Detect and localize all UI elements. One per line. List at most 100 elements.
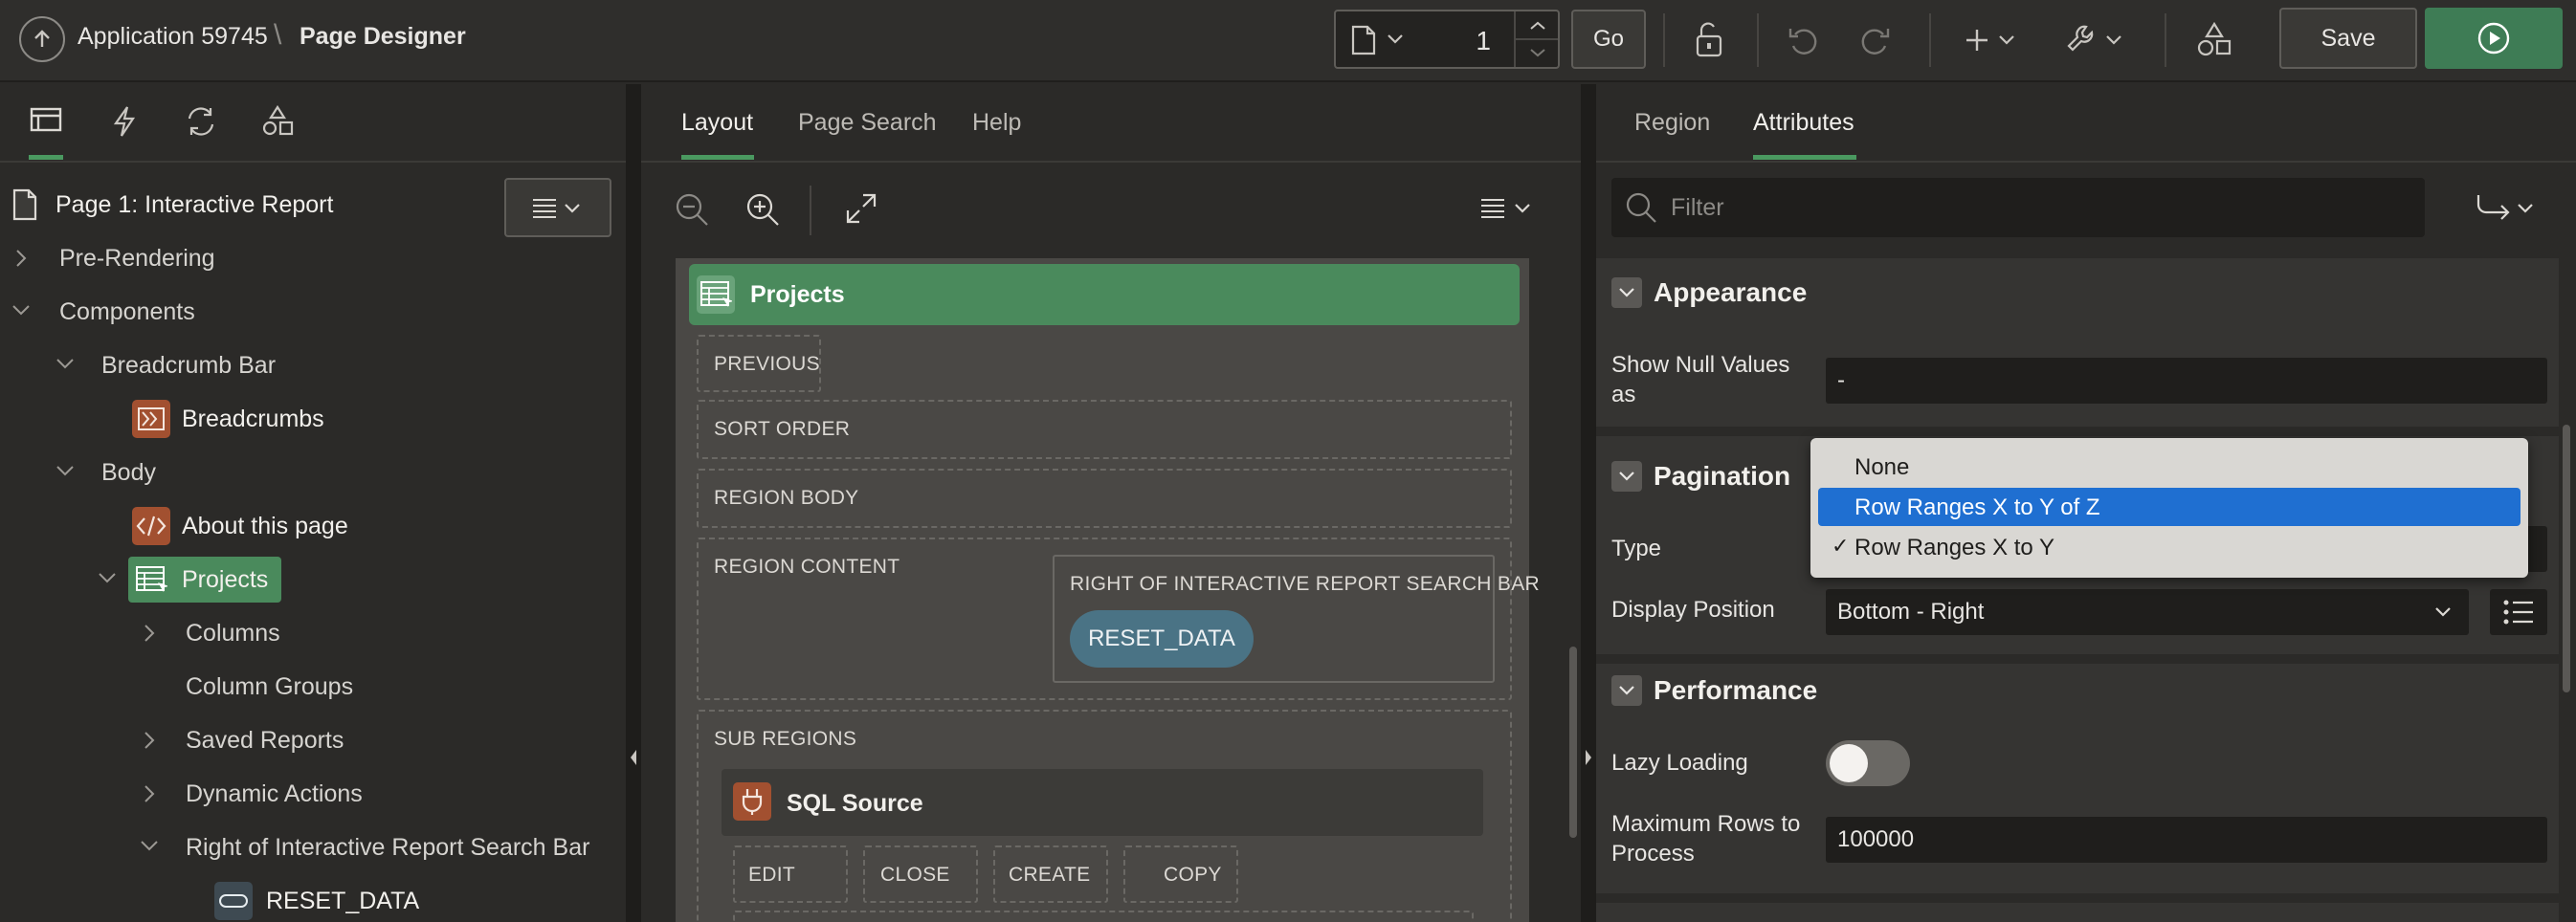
display-position-value: Bottom - Right [1837,599,1985,625]
pagination-group-header[interactable]: Pagination [1611,457,1790,495]
chevron-right-icon[interactable] [144,624,155,643]
region-title: Projects [750,281,845,308]
run-button[interactable] [2425,8,2563,69]
region-title-bar[interactable]: Projects [689,264,1520,325]
toolbar-divider [1929,13,1931,67]
add-menu-icon[interactable] [1964,17,2021,63]
tree-node-about[interactable]: About this page [182,513,348,540]
max-rows-input[interactable]: 100000 [1826,817,2547,863]
tree-node-column-groups[interactable]: Column Groups [186,673,353,701]
filter-input[interactable]: Filter [1611,178,2425,237]
chevron-down-icon[interactable] [140,840,159,851]
performance-group-header[interactable]: Performance [1611,671,1817,710]
layout-menu-icon[interactable] [1479,197,1537,220]
position-region-body-label: REGION BODY [714,487,859,509]
lazy-loading-label: Lazy Loading [1611,750,1748,776]
right-splitter[interactable] [1581,84,1596,922]
position-close-label: CLOSE [880,864,950,886]
tree-root-label[interactable]: Page 1: Interactive Report [56,191,333,219]
shared-components-tab-icon[interactable] [249,105,306,159]
tab-layout[interactable]: Layout [681,109,753,137]
tree-node-pre-rendering[interactable]: Pre-Rendering [59,245,215,273]
tree-node-right-of-search[interactable]: Right of Interactive Report Search Bar [186,834,589,862]
appearance-group-header[interactable]: Appearance [1611,274,1807,312]
zoom-divider [810,186,811,235]
chevron-right-icon[interactable] [144,731,155,750]
display-position-label: Display Position [1611,597,1775,623]
chevron-down-icon[interactable] [56,465,75,476]
save-button[interactable]: Save [2279,8,2417,69]
document-icon [1351,25,1376,55]
sub-region-body [733,911,1474,922]
pagination-title: Pagination [1654,461,1791,491]
chevron-right-icon[interactable] [144,784,155,803]
tab-attributes[interactable]: Attributes [1753,109,1854,137]
menu-icon [533,199,580,218]
collapse-icon [1611,461,1642,492]
position-copy-label: COPY [1164,864,1222,886]
tab-region[interactable]: Region [1634,109,1710,137]
tree-node-body[interactable]: Body [101,459,156,487]
sub-region-title-bar[interactable]: SQL Source [722,769,1483,836]
chevron-down-icon[interactable] [56,358,75,369]
code-icon [132,507,170,545]
position-create-label: CREATE [1009,864,1091,886]
wrench-menu-icon[interactable] [2065,17,2128,63]
lazy-loading-toggle[interactable] [1826,740,1910,786]
chevron-right-icon[interactable] [15,249,27,268]
tree-node-breadcrumb-bar[interactable]: Breadcrumb Bar [101,352,276,380]
tree-node-components[interactable]: Components [59,298,195,326]
chevron-down-icon[interactable] [11,304,31,316]
tree-node-reset-data[interactable]: RESET_DATA [266,888,419,915]
rendering-tab-icon[interactable] [17,105,75,159]
tree-node-dynamic-actions[interactable]: Dynamic Actions [186,780,363,808]
layout-scrollbar[interactable] [1569,647,1577,838]
top-toolbar: Application 59745 \ Page Designer 1 Go S… [0,0,2576,82]
display-position-select[interactable]: Bottom - Right [1826,589,2469,635]
dropdown-option[interactable]: None [1818,448,2520,486]
dropdown-option[interactable]: ✓ Row Ranges X to Y [1818,528,2520,566]
undo-icon[interactable] [1788,17,1822,63]
dropdown-option-label: None [1854,454,1910,480]
page-selector[interactable]: 1 [1334,10,1560,69]
properties-scrollbar[interactable] [2563,425,2570,692]
reset-data-button[interactable]: RESET_DATA [1070,610,1254,668]
collapse-icon [1611,675,1642,706]
lock-icon[interactable] [1692,17,1724,63]
tree-node-saved-reports[interactable]: Saved Reports [186,727,344,755]
null-values-input[interactable]: - [1826,358,2547,404]
breadcrumb-icon [132,400,170,438]
dropdown-option[interactable]: Row Ranges X to Y of Z [1818,488,2520,526]
left-splitter[interactable] [626,84,641,922]
list-icon [2503,600,2533,625]
tab-page-search[interactable]: Page Search [798,109,937,137]
page-number-input[interactable]: 1 [1476,26,1491,56]
list-of-values-button[interactable] [2490,589,2547,635]
tree-node-projects[interactable]: Projects [182,566,268,594]
app-breadcrumb[interactable]: Application 59745 [78,23,268,51]
position-sort-order-label: SORT ORDER [714,418,851,440]
tree-node-breadcrumbs[interactable]: Breadcrumbs [182,406,324,433]
processing-tab-icon[interactable] [172,105,230,159]
dropdown-option-label: Row Ranges X to Y [1854,535,2055,560]
tab-divider [641,161,1581,163]
tab-help[interactable]: Help [972,109,1021,137]
dynamic-actions-tab-icon[interactable] [96,105,153,159]
expand-icon[interactable] [844,191,878,226]
performance-title: Performance [1654,675,1818,705]
tree-node-columns[interactable]: Columns [186,620,280,648]
chevron-down-icon [1388,34,1403,44]
go-button[interactable]: Go [1571,10,1646,69]
shared-components-icon[interactable] [2195,17,2233,63]
zoom-in-icon[interactable] [744,191,781,228]
go-to-group-icon[interactable] [2475,189,2538,228]
chevron-down-icon[interactable] [98,572,117,583]
chevron-down-icon [2434,606,2452,618]
zoom-out-icon[interactable] [674,191,710,228]
tree-menu-button[interactable] [504,178,611,237]
active-tab-indicator [29,155,63,160]
group-divider [1596,654,2559,664]
up-arrow-icon[interactable] [19,16,65,62]
page-title: Page Designer [300,23,466,50]
redo-icon[interactable] [1856,17,1891,63]
